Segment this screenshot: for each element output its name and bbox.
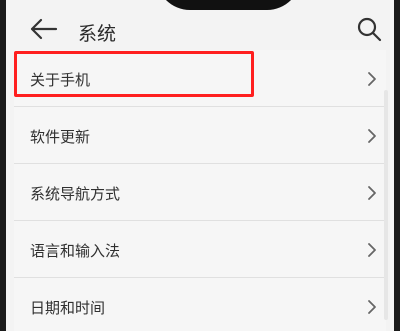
- settings-item-label: 语言和输入法: [30, 242, 121, 260]
- chevron-right-icon: [368, 243, 376, 257]
- chevron-right-icon: [368, 129, 376, 143]
- scrollbar[interactable]: [384, 90, 388, 320]
- chevron-right-icon: [368, 300, 376, 314]
- settings-item-system-navigation[interactable]: 系统导航方式: [14, 164, 386, 221]
- chevron-right-icon: [368, 72, 376, 86]
- settings-item-label: 日期和时间: [30, 299, 106, 317]
- settings-item-software-update[interactable]: 软件更新: [14, 107, 386, 164]
- top-app-bar: 系统: [6, 0, 394, 48]
- settings-item-language-input[interactable]: 语言和输入法: [14, 221, 386, 278]
- settings-item-date-time[interactable]: 日期和时间: [14, 278, 386, 331]
- highlight-box: [14, 51, 254, 97]
- arrow-left-icon[interactable]: [28, 16, 58, 42]
- chevron-right-icon: [368, 186, 376, 200]
- phone-screen: 系统 关于手机 软件更新 系统导航方式 语言和输入法 日期和时间: [6, 0, 394, 331]
- settings-item-label: 系统导航方式: [30, 185, 121, 203]
- settings-item-label: 软件更新: [30, 128, 91, 146]
- search-icon[interactable]: [356, 16, 382, 42]
- page-title: 系统: [78, 23, 117, 45]
